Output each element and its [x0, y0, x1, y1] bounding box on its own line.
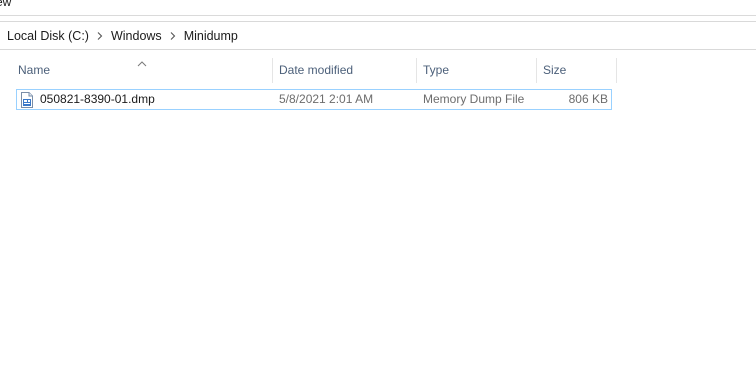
- dump-file-icon: [19, 91, 35, 108]
- column-header-row: Name Date modified Type Size: [0, 58, 756, 83]
- breadcrumb-local-disk[interactable]: Local Disk (C:): [7, 29, 89, 43]
- ribbon-tab-view[interactable]: ew: [0, 0, 11, 10]
- file-row[interactable]: 050821-8390-01.dmp 5/8/2021 2:01 AM Memo…: [16, 89, 612, 110]
- file-type: Memory Dump File: [423, 92, 525, 106]
- chevron-right-icon[interactable]: [162, 29, 184, 43]
- column-header-size[interactable]: Size: [537, 58, 616, 83]
- column-header-date-modified[interactable]: Date modified: [273, 58, 416, 83]
- column-header-name[interactable]: Name: [12, 58, 272, 83]
- breadcrumb-minidump[interactable]: Minidump: [184, 29, 238, 43]
- file-name-cell[interactable]: 050821-8390-01.dmp: [19, 90, 155, 109]
- breadcrumb-windows[interactable]: Windows: [111, 29, 162, 43]
- file-name: 050821-8390-01.dmp: [40, 92, 155, 106]
- file-date-modified: 5/8/2021 2:01 AM: [279, 92, 374, 106]
- chevron-right-icon[interactable]: [89, 29, 111, 43]
- ribbon-divider: [0, 15, 756, 16]
- address-bar[interactable]: Local Disk (C:) Windows Minidump: [0, 21, 756, 50]
- column-divider[interactable]: [616, 58, 617, 83]
- file-size: 806 KB: [568, 92, 608, 106]
- column-header-type[interactable]: Type: [417, 58, 536, 83]
